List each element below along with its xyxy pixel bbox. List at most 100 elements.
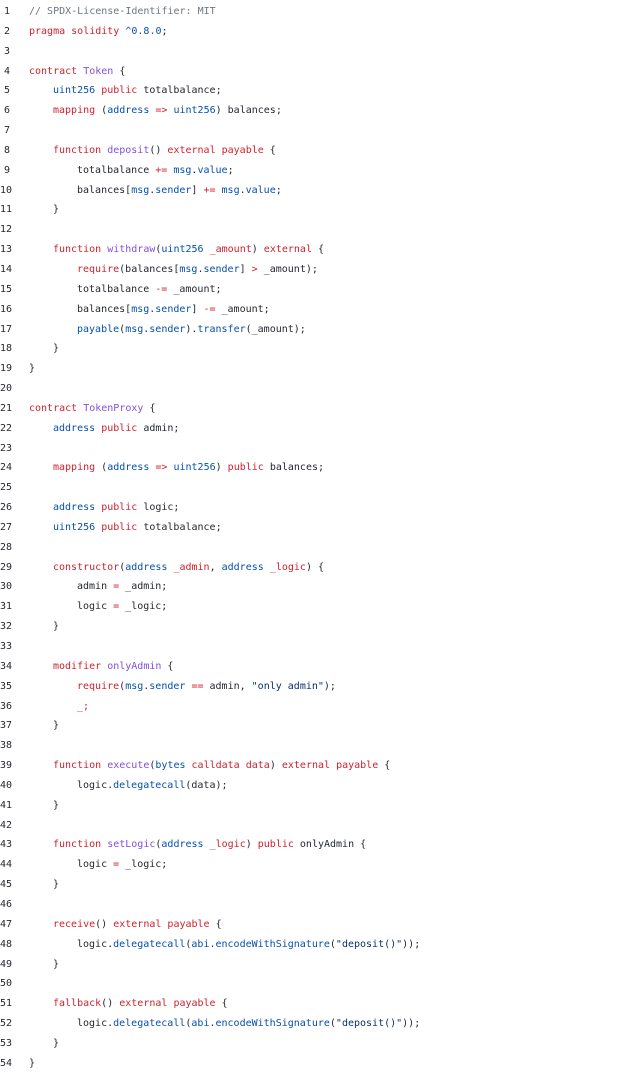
line-number: 14 xyxy=(0,263,13,275)
line-number: 52 xyxy=(0,1018,13,1030)
code-line: 51 fallback() external payable { xyxy=(0,994,642,1014)
code-line: 43 function setLogic(address _logic) publ… xyxy=(0,835,642,855)
code-text: } xyxy=(53,879,60,891)
line-number: 20 xyxy=(0,383,13,395)
code-line: 8 function deposit() external payable { xyxy=(0,141,642,161)
line-source: function withdraw(uint256 _amount) exter… xyxy=(29,240,324,260)
code-keyword: mapping xyxy=(53,462,96,474)
code-text: ; xyxy=(275,184,282,196)
code-line: 15 totalbalance -= _amount; xyxy=(0,280,642,300)
code-keyword: modifier xyxy=(53,660,102,672)
code-text: ) xyxy=(251,244,264,256)
line-number: 53 xyxy=(0,1037,13,1049)
code-line: 17 payable(msg.sender).transfer(_amount); xyxy=(0,320,642,340)
code-type: address xyxy=(161,839,204,851)
code-line: 18} xyxy=(0,339,642,359)
code-line: 29 constructor(address _admin, address _l… xyxy=(0,558,642,578)
line-number: 35 xyxy=(0,680,13,692)
code-text: logic xyxy=(77,601,114,613)
code-type: address xyxy=(53,502,96,514)
code-type: encodeWithSignature xyxy=(215,1018,330,1030)
code-text: totalbalance; xyxy=(137,521,222,533)
code-keyword: external xyxy=(281,760,331,772)
code-line: 34 modifier onlyAdmin { xyxy=(0,657,642,677)
line-source: } xyxy=(29,875,59,895)
code-text: )); xyxy=(402,938,421,950)
line-source: payable(msg.sender).transfer(_amount); xyxy=(29,320,306,340)
code-text: ] xyxy=(191,184,204,196)
code-text: balances; xyxy=(263,462,325,474)
code-type: msg xyxy=(221,184,240,196)
code-type: msg xyxy=(173,164,192,176)
code-type: abi xyxy=(191,1018,210,1030)
line-number: 15 xyxy=(0,283,13,295)
line-number: 51 xyxy=(0,998,13,1010)
line-source: } xyxy=(29,1054,35,1074)
code-text: ) xyxy=(269,760,282,772)
line-source: } xyxy=(29,617,59,637)
line-number: 25 xyxy=(0,482,13,494)
line-source: totalbalance -= _amount; xyxy=(29,280,222,300)
code-type: sender xyxy=(149,323,186,335)
code-text: ) balances; xyxy=(215,105,282,117)
code-keyword: external xyxy=(167,144,216,156)
code-type: sender xyxy=(203,263,240,275)
line-source: } xyxy=(29,359,35,379)
code-string: "deposit()" xyxy=(335,1018,403,1030)
line-number: 1 xyxy=(3,6,10,17)
code-text: _logic; xyxy=(119,601,168,613)
code-text: (_amount); xyxy=(245,323,306,335)
code-text: ] xyxy=(191,303,204,315)
code-keyword: payable xyxy=(336,760,379,772)
line-number: 48 xyxy=(0,938,13,950)
code-line: 38 xyxy=(0,736,642,756)
line-source: } xyxy=(29,1034,59,1054)
code-keyword: function xyxy=(53,144,102,156)
code-keyword: function xyxy=(53,760,102,772)
code-type: address xyxy=(125,561,168,573)
line-source: fallback() external payable { xyxy=(29,994,228,1014)
code-text: ( xyxy=(95,462,108,474)
code-type: payable xyxy=(77,323,120,335)
line-source: } xyxy=(29,339,59,359)
code-type: address xyxy=(107,462,150,474)
code-line: 5 uint256 public totalbalance; xyxy=(0,81,642,101)
line-source: require(balances[msg.sender] > _amount); xyxy=(29,260,318,280)
code-text: balances[ xyxy=(77,184,132,196)
line-source: address public logic; xyxy=(29,498,179,518)
line-source: // SPDX-License-Identifier: MIT xyxy=(29,2,216,22)
code-text: } xyxy=(53,799,60,811)
code-text: { xyxy=(143,402,156,414)
line-source: function deposit() external payable { xyxy=(29,141,276,161)
code-text: logic xyxy=(77,859,114,871)
code-text: () xyxy=(149,144,168,156)
code-keyword: payable xyxy=(221,144,264,156)
line-number: 28 xyxy=(0,541,13,553)
line-source: function execute(bytes calldata data) ex… xyxy=(29,756,390,776)
code-keyword: public xyxy=(227,462,264,474)
code-keyword: mapping xyxy=(53,105,96,117)
code-text: logic; xyxy=(137,502,180,514)
code-line: 13 function withdraw(uint256 _amount) ext… xyxy=(0,240,642,260)
line-number: 43 xyxy=(0,839,13,851)
code-line: 16 balances[msg.sender] -= _amount; xyxy=(0,300,642,320)
line-number: 21 xyxy=(0,402,13,414)
line-number: 49 xyxy=(0,958,13,970)
line-number: 4 xyxy=(3,65,10,77)
code-line: 10 balances[msg.sender] += msg.value; xyxy=(0,181,642,201)
line-source: logic.delegatecall(abi.encodeWithSignatu… xyxy=(29,1014,420,1034)
code-keyword: receive xyxy=(53,918,96,930)
code-text: _logic; xyxy=(119,859,168,871)
code-text: onlyAdmin { xyxy=(293,839,367,851)
line-number: 8 xyxy=(3,144,10,156)
code-type: delegatecall xyxy=(113,779,186,791)
line-number: 7 xyxy=(3,125,10,137)
line-source: pragma solidity ^0.8.0; xyxy=(29,22,168,42)
line-number: 3 xyxy=(3,45,10,57)
code-text: logic. xyxy=(77,779,114,791)
code-line: 7 xyxy=(0,121,642,141)
code-text: admin; xyxy=(137,422,180,434)
code-text: } xyxy=(53,958,60,970)
code-text: { xyxy=(263,144,276,156)
code-function-name: deposit xyxy=(107,144,150,156)
